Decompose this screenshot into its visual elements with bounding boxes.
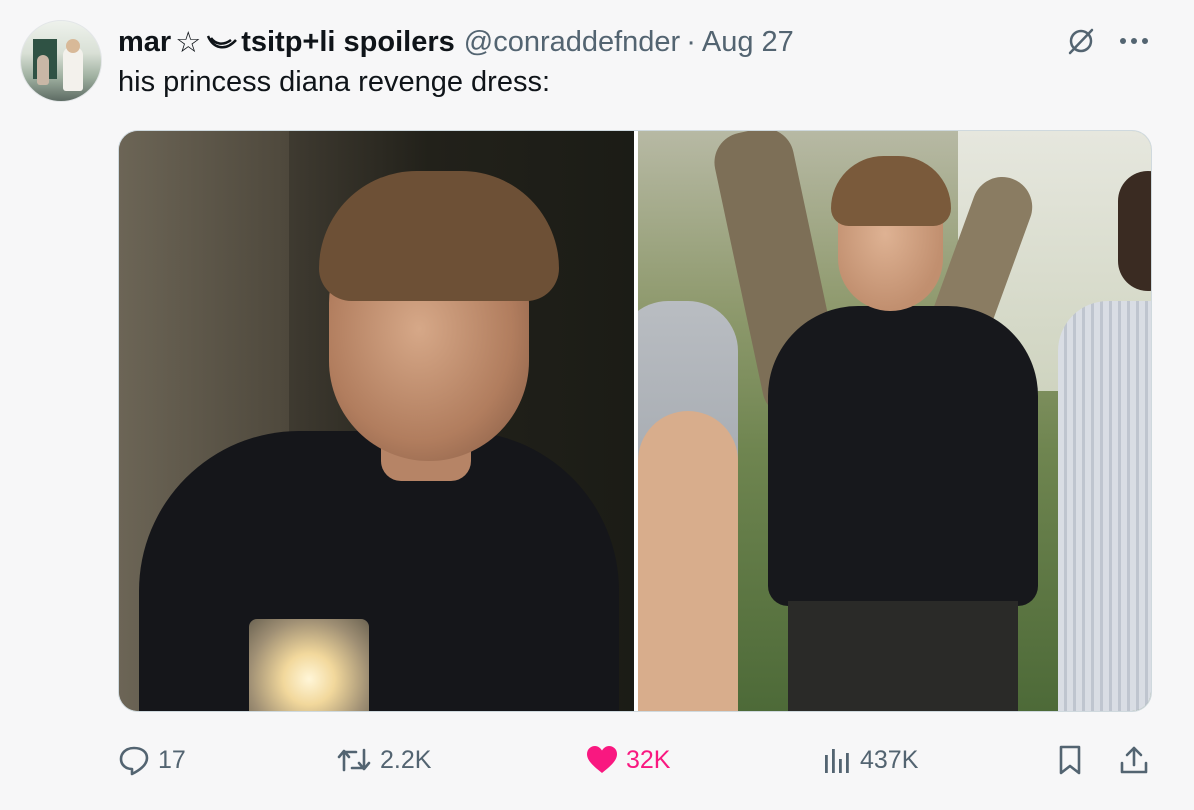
action-bar: 17 2.2K 32K 437K	[118, 740, 1158, 780]
like-button[interactable]: 32K	[586, 740, 670, 780]
star-icon: ☆	[175, 26, 202, 59]
bookmark-button[interactable]	[1056, 740, 1084, 780]
avatar[interactable]	[20, 20, 102, 102]
reply-button[interactable]: 17	[118, 740, 186, 780]
views-button[interactable]: 437K	[822, 740, 918, 780]
retweet-count: 2.2K	[380, 745, 432, 774]
photo-right[interactable]	[638, 131, 1151, 711]
more-button[interactable]	[1114, 24, 1154, 58]
photo-left-hair	[319, 171, 559, 301]
photo-left-candle	[249, 619, 369, 711]
handle[interactable]: @conraddefnder	[464, 26, 680, 59]
photo-right-right-head	[1118, 171, 1151, 291]
views-icon	[825, 749, 849, 773]
photo-right-hair	[831, 156, 951, 226]
tweet-text: his princess diana revenge dress:	[118, 66, 551, 98]
photo-left[interactable]	[119, 131, 634, 711]
more-icon	[1120, 38, 1148, 44]
retweet-button[interactable]: 2.2K	[336, 740, 431, 780]
reply-icon	[119, 746, 149, 776]
grok-button[interactable]	[1064, 24, 1098, 58]
retweet-icon	[337, 748, 371, 772]
like-count: 32K	[626, 745, 671, 774]
tweet[interactable]: mar ☆ tsitp+li spoilers @conraddefnder ·…	[0, 0, 1194, 810]
separator-dot: ·	[686, 25, 696, 58]
bookmark-icon	[1059, 745, 1081, 775]
views-count: 437K	[860, 745, 919, 774]
display-name-part2[interactable]: tsitp+li spoilers	[241, 26, 455, 59]
share-icon	[1120, 746, 1148, 774]
photo-right-right-person	[1058, 301, 1151, 711]
photo-right-shirt	[768, 306, 1038, 606]
grok-icon	[1068, 28, 1094, 55]
display-name-part1[interactable]: mar	[118, 26, 171, 59]
avatar-head	[66, 39, 80, 53]
avatar-person-right	[63, 47, 83, 91]
tweet-header: mar ☆ tsitp+li spoilers @conraddefnder ·…	[118, 24, 794, 60]
share-button[interactable]	[1118, 740, 1150, 780]
reply-count: 17	[158, 745, 186, 774]
heart-icon	[587, 746, 617, 773]
photo-right-left-skin	[638, 411, 738, 711]
avatar-person-left	[37, 55, 49, 85]
photo-left-shirt	[139, 431, 619, 711]
bow-icon	[207, 35, 238, 49]
media-grid	[118, 130, 1152, 712]
photo-right-pants	[788, 601, 1018, 711]
display-name[interactable]: mar ☆ tsitp+li spoilers	[118, 25, 455, 60]
tweet-date[interactable]: Aug 27	[702, 26, 794, 59]
